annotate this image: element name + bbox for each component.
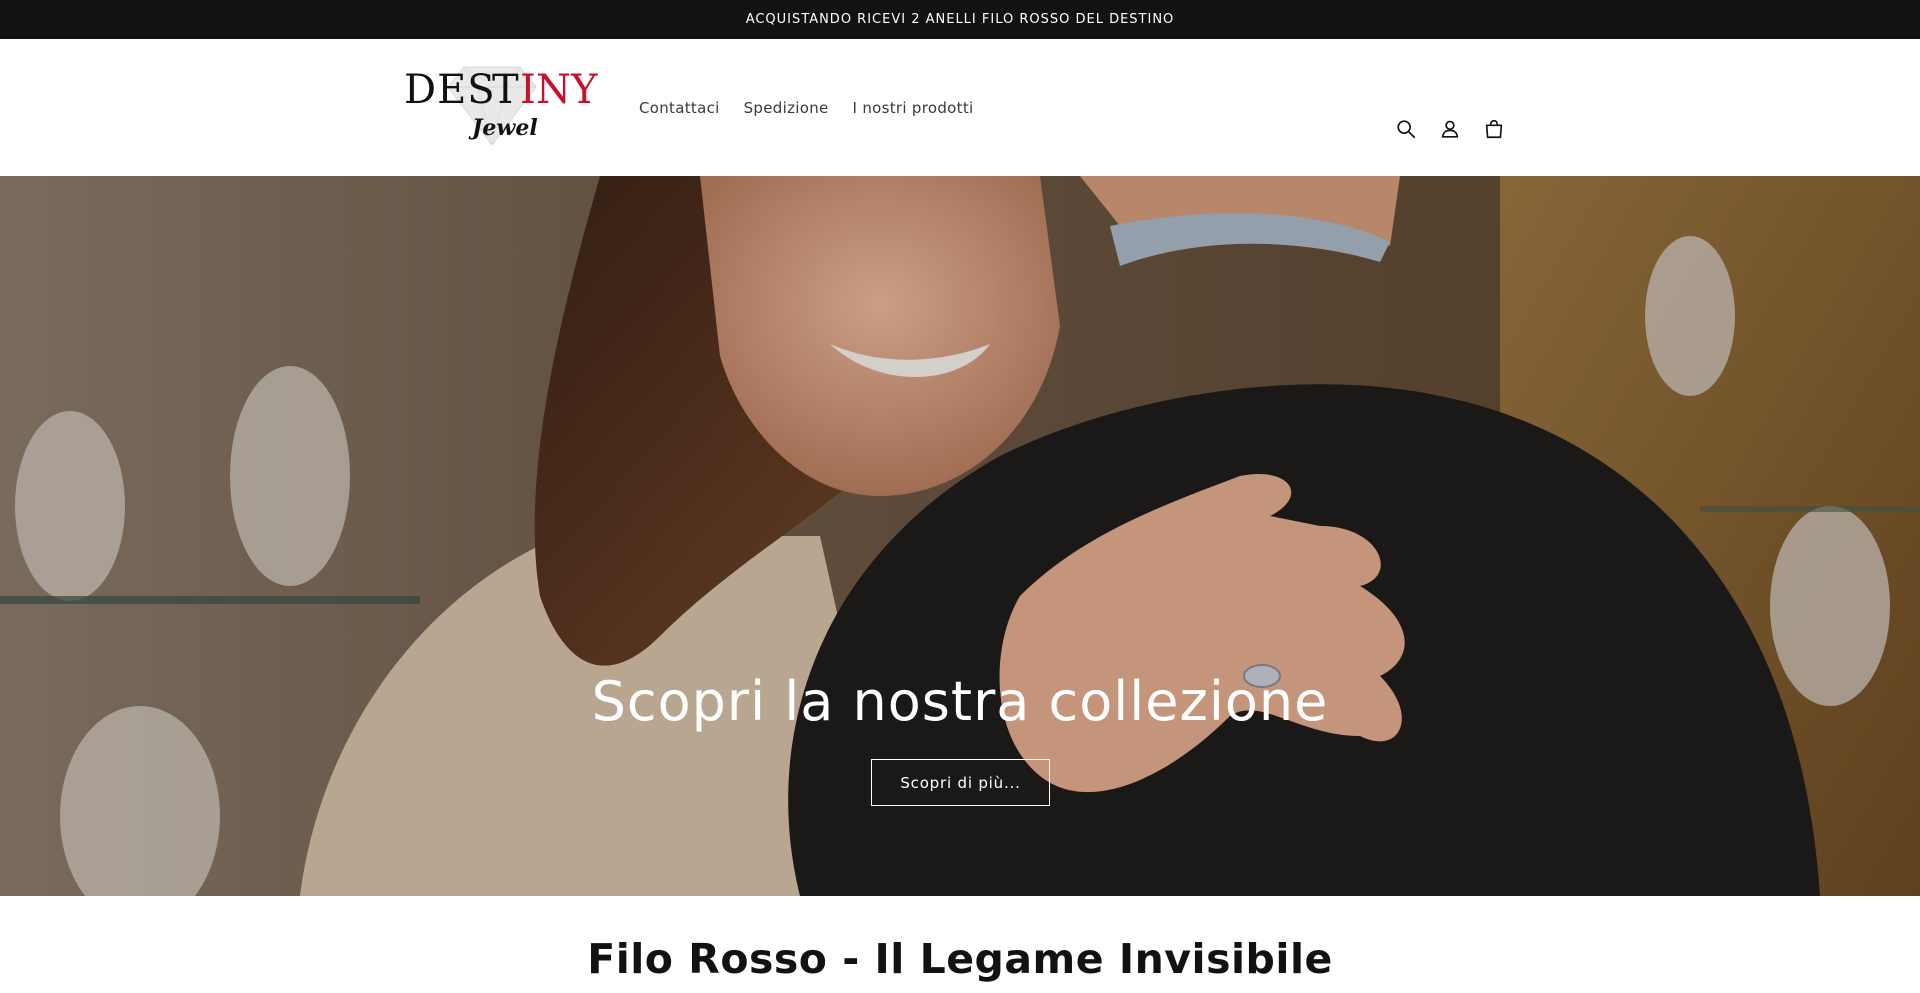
account-icon[interactable]	[1434, 113, 1466, 145]
nav-link-spedizione[interactable]: Spedizione	[744, 99, 829, 117]
hero-banner: Scopri la nostra collezione Scopri di pi…	[0, 176, 1920, 896]
svg-text:T: T	[492, 67, 519, 113]
svg-text:I: I	[520, 67, 536, 113]
announcement-text: ACQUISTANDO RICEVI 2 ANELLI FILO ROSSO D…	[745, 12, 1175, 27]
cart-icon[interactable]	[1478, 113, 1510, 145]
logo[interactable]: DES T I NY Jewel	[404, 61, 604, 157]
discover-more-button[interactable]: Scopri di più...	[871, 759, 1050, 806]
svg-text:DES: DES	[404, 67, 496, 113]
site-header: DES T I NY Jewel Contattaci Spedizione I…	[0, 39, 1920, 176]
svg-text:NY: NY	[536, 67, 598, 113]
nav-link-prodotti[interactable]: I nostri prodotti	[853, 99, 974, 117]
search-icon[interactable]	[1390, 113, 1422, 145]
svg-text:Jewel: Jewel	[468, 115, 538, 141]
hero-heading: Scopri la nostra collezione	[591, 670, 1329, 733]
section-title: Filo Rosso - Il Legame Invisibile	[587, 935, 1333, 983]
logo-mark: DES T I NY Jewel	[404, 66, 598, 146]
main-nav: Contattaci Spedizione I nostri prodotti	[639, 93, 997, 123]
announcement-bar: ACQUISTANDO RICEVI 2 ANELLI FILO ROSSO D…	[0, 0, 1920, 39]
nav-link-contattaci[interactable]: Contattaci	[639, 99, 720, 117]
